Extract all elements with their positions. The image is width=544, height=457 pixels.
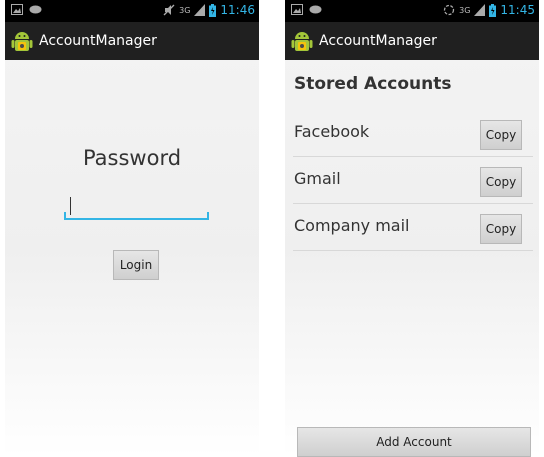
app-title: AccountManager (319, 33, 437, 49)
accounts-screen: 3G 11:45 AccountManager Stored Accounts (285, 0, 539, 457)
account-row-facebook: Facebook Copy (293, 111, 533, 157)
signal-icon (474, 4, 486, 16)
account-row-gmail: Gmail Copy (293, 158, 533, 204)
account-name: Company mail (294, 216, 410, 235)
battery-icon (489, 3, 497, 17)
account-row-company-mail: Company mail Copy (293, 205, 533, 251)
android-app-icon[interactable] (11, 27, 33, 55)
account-name: Gmail (294, 169, 341, 188)
network-type: 3G (179, 5, 191, 15)
battery-icon (209, 3, 217, 17)
stored-accounts-heading: Stored Accounts (294, 74, 452, 94)
text-cursor (70, 197, 71, 215)
image-notification-icon (11, 4, 23, 15)
gamepad-notification-icon (29, 5, 42, 14)
clock: 11:46 (220, 3, 255, 17)
signal-icon (194, 4, 206, 16)
muted-icon (163, 4, 175, 16)
image-notification-icon (291, 4, 303, 15)
copy-button[interactable]: Copy (480, 214, 522, 244)
login-screen: 3G 11:46 AccountManager Password Login (5, 0, 259, 457)
add-account-button[interactable]: Add Account (297, 427, 531, 457)
status-bar: 3G 11:45 (285, 0, 539, 22)
action-bar: AccountManager (285, 22, 539, 60)
password-field[interactable] (64, 196, 209, 220)
status-bar: 3G 11:46 (5, 0, 259, 22)
sync-icon (443, 4, 455, 16)
android-app-icon[interactable] (291, 27, 313, 55)
action-bar: AccountManager (5, 22, 259, 60)
copy-button[interactable]: Copy (480, 167, 522, 197)
gamepad-notification-icon (309, 5, 322, 14)
password-label: Password (82, 146, 182, 170)
network-type: 3G (459, 5, 471, 15)
copy-button[interactable]: Copy (480, 120, 522, 150)
login-button[interactable]: Login (113, 250, 159, 280)
app-title: AccountManager (39, 33, 157, 49)
clock: 11:45 (500, 3, 535, 17)
account-name: Facebook (294, 122, 370, 141)
